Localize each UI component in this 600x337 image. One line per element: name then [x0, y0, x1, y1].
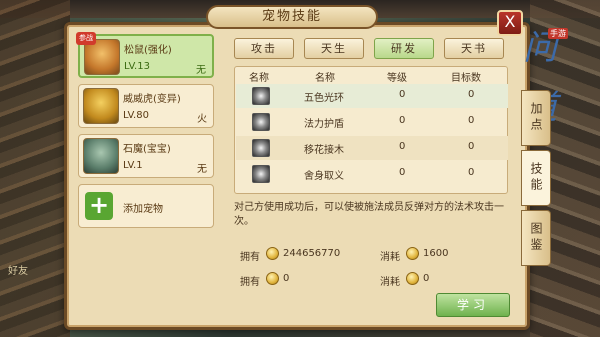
- pet-element: 无: [196, 65, 206, 76]
- sacrifice-skill-icon: [252, 165, 270, 183]
- tab-heavenly-book[interactable]: 天书: [444, 38, 504, 59]
- table-row[interactable]: 舍身取义 0 0: [236, 162, 508, 186]
- coin-icon: [266, 247, 279, 260]
- tiger-avatar: [83, 88, 119, 124]
- header-targets: 目标数: [451, 73, 481, 84]
- skill-name: 五色光环: [304, 93, 344, 104]
- item-coin-icon: [266, 272, 279, 285]
- pet-card-tiger[interactable]: 威威虎(变异) LV.80 火: [78, 84, 214, 128]
- tab-skills[interactable]: 技能: [521, 150, 551, 206]
- tab-research[interactable]: 研发: [374, 38, 434, 59]
- cost-item-label: 消耗: [380, 277, 400, 288]
- pet-card-stone-demon[interactable]: 石魔(宝宝) LV.1 无: [78, 134, 214, 178]
- skill-level: 0: [399, 89, 406, 100]
- tab-attack[interactable]: 攻击: [234, 38, 294, 59]
- own-coin-value: 244656770: [283, 248, 341, 259]
- skill-targets: 0: [468, 141, 475, 152]
- skill-table: 名称 名称 等级 目标数 五色光环 0 0 法力护盾 0 0 移花接木 0 0 …: [234, 66, 508, 194]
- own-coin-label: 拥有: [240, 252, 260, 263]
- graft-skill-icon: [252, 139, 270, 157]
- table-row[interactable]: 五色光环 0 0: [236, 84, 508, 108]
- battle-badge: 参战: [76, 32, 96, 45]
- skill-description: 对己方使用成功后，可以使被施法成员反弹对方的法术攻击一次。: [234, 202, 504, 227]
- coin-icon: [406, 247, 419, 260]
- game-logo: 问道: [523, 28, 557, 128]
- pet-level: LV.1: [123, 160, 143, 171]
- cost-coin-value: 1600: [423, 248, 449, 259]
- skill-level: 0: [399, 167, 406, 178]
- plus-icon: +: [85, 192, 113, 220]
- pet-card-squirrel[interactable]: 参战 松鼠(强化) LV.13 无: [76, 32, 214, 78]
- own-item-label: 拥有: [240, 277, 260, 288]
- pet-level: LV.80: [123, 110, 149, 121]
- pet-element: 火: [197, 114, 207, 125]
- pet-name: 威威虎(变异): [123, 94, 181, 105]
- skill-name: 移花接木: [304, 145, 344, 156]
- cost-coin-label: 消耗: [380, 252, 400, 263]
- skill-name: 舍身取义: [304, 171, 344, 182]
- scene-label: 好友: [8, 266, 28, 277]
- skill-targets: 0: [468, 115, 475, 126]
- header-level: 等级: [387, 73, 407, 84]
- add-pet-button[interactable]: + 添加宠物: [78, 184, 214, 228]
- skill-name: 法力护盾: [304, 119, 344, 130]
- pet-level: LV.13: [124, 61, 150, 72]
- table-row[interactable]: 移花接木 0 0: [236, 136, 508, 160]
- window-title: 宠物技能: [206, 5, 378, 29]
- close-button[interactable]: X: [497, 10, 523, 36]
- pet-name: 松鼠(强化): [124, 45, 172, 56]
- logo-badge: 手游: [548, 28, 568, 39]
- skill-targets: 0: [468, 167, 475, 178]
- tab-attribute-points[interactable]: 加点: [521, 90, 551, 146]
- pet-element: 无: [197, 164, 207, 175]
- skill-targets: 0: [468, 89, 475, 100]
- scene-building-left: [0, 0, 70, 337]
- pet-name: 石魔(宝宝): [123, 144, 171, 155]
- add-pet-label: 添加宠物: [123, 204, 163, 215]
- tab-innate[interactable]: 天生: [304, 38, 364, 59]
- header-icon-col: 名称: [249, 73, 269, 84]
- skill-level: 0: [399, 141, 406, 152]
- learn-button[interactable]: 学习: [436, 293, 510, 317]
- item-coin-icon: [406, 272, 419, 285]
- header-name: 名称: [315, 73, 335, 84]
- tab-codex[interactable]: 图鉴: [521, 210, 551, 266]
- table-row[interactable]: 法力护盾 0 0: [236, 110, 508, 134]
- skill-level: 0: [399, 115, 406, 126]
- stone-demon-avatar: [83, 138, 119, 174]
- own-item-value: 0: [283, 273, 290, 284]
- halo-skill-icon: [252, 87, 270, 105]
- cost-item-value: 0: [423, 273, 430, 284]
- shield-skill-icon: [252, 113, 270, 131]
